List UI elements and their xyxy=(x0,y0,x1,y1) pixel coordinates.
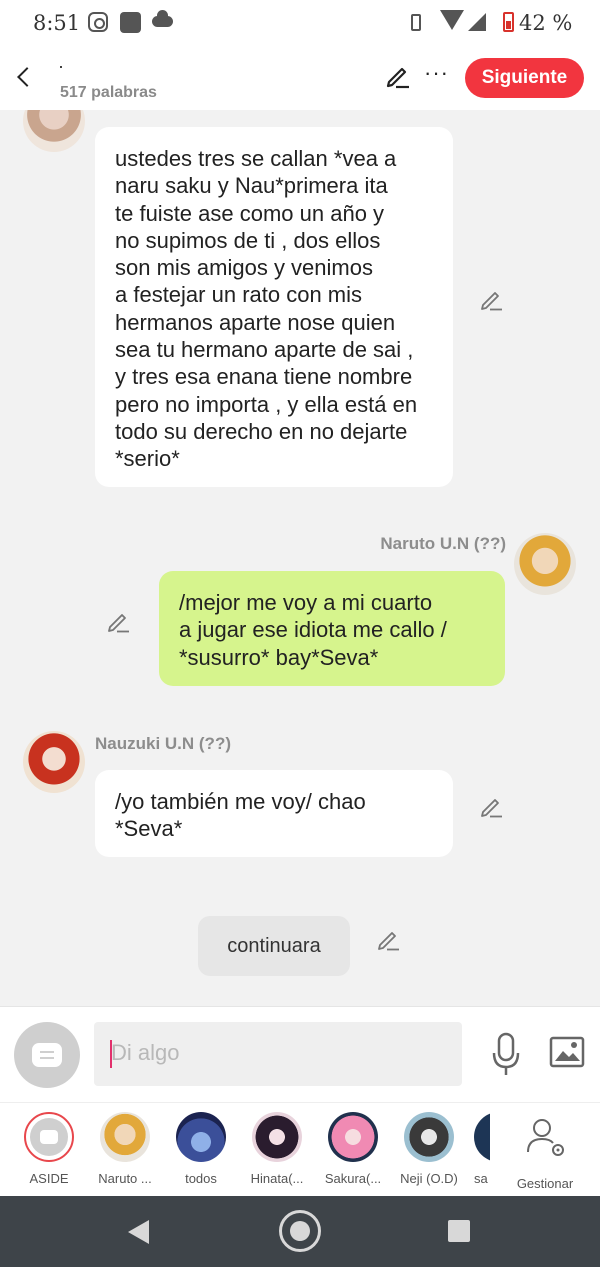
status-time: 8:51 xyxy=(33,11,81,35)
chat-header: · 517 palabras ··· Siguiente xyxy=(0,46,600,110)
manage-users-icon xyxy=(527,1119,564,1156)
channel-label: Hinata(... xyxy=(250,1171,304,1186)
edit-message-icon[interactable] xyxy=(479,793,505,819)
battery-percent: 42 % xyxy=(519,11,573,35)
channel-hinata[interactable]: Hinata(... xyxy=(246,1112,308,1186)
battery-icon xyxy=(503,12,514,32)
channel-label: Neji (O.D) xyxy=(400,1171,458,1186)
avatar xyxy=(176,1112,226,1162)
channel-aside[interactable]: ASIDE xyxy=(18,1112,80,1186)
channel-label: todos xyxy=(185,1171,217,1186)
follow-button[interactable]: Siguiente xyxy=(465,58,584,98)
microphone-icon[interactable] xyxy=(490,1031,522,1079)
app-icon xyxy=(120,12,141,33)
input-placeholder: Di algo xyxy=(111,1040,180,1065)
edit-message-icon[interactable] xyxy=(106,608,132,634)
nav-back-icon[interactable] xyxy=(128,1220,149,1244)
word-count: 517 palabras xyxy=(60,84,157,101)
edit-icon[interactable] xyxy=(384,62,412,90)
manage-channels[interactable]: Gestionar xyxy=(514,1112,576,1191)
avatar xyxy=(252,1112,302,1162)
back-arrow-icon[interactable] xyxy=(14,64,36,90)
status-bar: 8:51 42 % xyxy=(0,0,600,46)
aside-icon xyxy=(24,1112,74,1162)
channel-neji[interactable]: Neji (O.D) xyxy=(398,1112,460,1186)
message-input[interactable]: Di algo xyxy=(94,1022,462,1086)
channel-label: Gestionar xyxy=(516,1176,574,1191)
wifi-icon xyxy=(440,10,464,30)
message-bubble[interactable]: /yo también me voy/ chao *Seva* xyxy=(95,770,453,857)
channel-label: Naruto ... xyxy=(98,1171,152,1186)
edit-message-icon[interactable] xyxy=(376,926,402,952)
message-author: Nauzuki U.N (??) xyxy=(95,734,231,753)
nav-recents-icon[interactable] xyxy=(448,1220,470,1242)
avatar[interactable] xyxy=(23,731,85,793)
channel-label: Sakura(... xyxy=(324,1171,382,1186)
avatar[interactable] xyxy=(514,533,576,595)
channel-label: ASIDE xyxy=(29,1171,69,1186)
vibrate-icon xyxy=(411,14,421,31)
composer: Di algo xyxy=(0,1006,600,1102)
avatar xyxy=(328,1112,378,1162)
instagram-icon xyxy=(88,12,108,32)
channel-bar: ASIDE Naruto ... todos Hinata(... Sakura… xyxy=(0,1102,600,1196)
signal-icon xyxy=(468,13,486,31)
message-bubble[interactable]: /mejor me voy a mi cuarto a jugar ese id… xyxy=(159,571,505,686)
edit-message-icon[interactable] xyxy=(479,286,505,312)
cloud-icon xyxy=(152,10,173,27)
avatar[interactable] xyxy=(23,110,85,152)
avatar xyxy=(474,1112,490,1162)
image-icon[interactable] xyxy=(549,1036,585,1068)
avatar xyxy=(100,1112,150,1162)
channel-partial[interactable]: sa xyxy=(474,1112,490,1186)
system-nav-bar xyxy=(0,1196,600,1267)
chat-bubble-icon xyxy=(32,1043,62,1067)
system-message[interactable]: continuara xyxy=(198,916,350,976)
chat-thread[interactable]: ustedes tres se callan *vea a naru saku … xyxy=(0,110,600,1006)
aside-toggle-button[interactable] xyxy=(14,1022,80,1088)
channel-todos[interactable]: todos xyxy=(170,1112,232,1186)
more-options-icon[interactable]: ··· xyxy=(424,60,449,86)
chat-title: · xyxy=(58,56,64,76)
channel-label: sa xyxy=(474,1171,488,1186)
message-bubble[interactable]: ustedes tres se callan *vea a naru saku … xyxy=(95,127,453,487)
avatar xyxy=(404,1112,454,1162)
channel-naruto[interactable]: Naruto ... xyxy=(94,1112,156,1186)
channel-sakura[interactable]: Sakura(... xyxy=(322,1112,384,1186)
message-author: Naruto U.N (??) xyxy=(380,534,506,553)
nav-home-icon[interactable] xyxy=(279,1210,321,1252)
